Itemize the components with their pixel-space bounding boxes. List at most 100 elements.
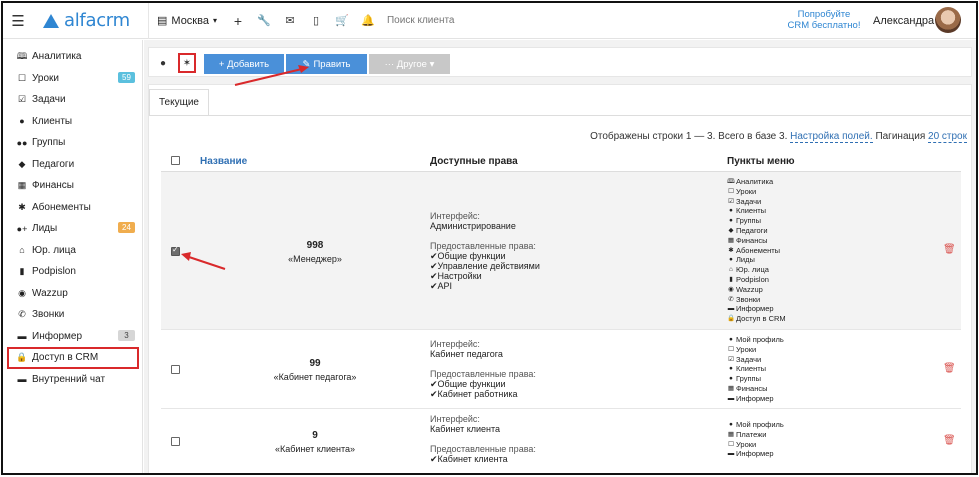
right-item: ✔Кабинет работника — [430, 389, 518, 399]
calendar-icon: ☐ — [728, 440, 734, 448]
user-icon: ● — [729, 207, 733, 215]
group-icon: ●● — [16, 137, 28, 148]
sidebar-item-lessons[interactable]: ☐ Уроки 59 — [3, 68, 142, 90]
table-row[interactable]: 99 «Кабинет педагога» Интерфейс: Кабинет… — [161, 330, 961, 409]
building-icon: ▤ — [157, 15, 168, 27]
sidebar-item-analytics[interactable]: 🕮 Аналитика — [3, 46, 142, 68]
main-area: ● ✶ + Добавить ✎ Править ··· Другое ▾ Те… — [144, 40, 976, 473]
mobile-icon[interactable]: ▯ — [303, 3, 329, 39]
analytics-icon: 🕮 — [16, 50, 28, 61]
interface-value: Администрирование — [430, 221, 516, 231]
sidebar-item-subscriptions[interactable]: ✱ Абонементы — [3, 197, 142, 219]
menu-items-list: ● Мой профиль ▦ Платежи ☐ Уроки ▬ Информер — [727, 420, 784, 459]
user-name[interactable]: Александра — [873, 15, 934, 27]
sidebar-item-label: Внутренний чат — [32, 373, 106, 385]
informer-icon: ▬ — [17, 331, 27, 342]
sidebar-item-label: Лиды — [32, 223, 58, 235]
avatar[interactable] — [935, 7, 961, 33]
money-icon: ▦ — [727, 236, 735, 244]
sidebar-item-internal-chat[interactable]: ▬ Внутренний чат — [3, 369, 142, 391]
sidebar-item-label: Звонки — [32, 309, 65, 321]
edit-button[interactable]: ✎ Править — [286, 54, 367, 74]
phone-icon: ✆ — [18, 309, 26, 320]
sidebar-item-label: Доступ в CRM — [32, 352, 99, 364]
row-checkbox[interactable] — [171, 245, 180, 256]
sidebar-item-crm-access[interactable]: 🔒 Доступ в CRM — [7, 347, 139, 369]
menu-items-list: ● Мой профиль ☐ Уроки ☑ Задачи ● Клиенты ● Гр… — [727, 335, 784, 404]
informer-count-badge: 3 — [118, 329, 135, 341]
bell-icon[interactable]: 🔔 — [355, 3, 381, 39]
sidebar-item-groups[interactable]: ●● Группы — [3, 132, 142, 154]
lock-icon: 🔒 — [727, 315, 736, 323]
tasks-icon: ☑ — [728, 355, 734, 363]
table-row[interactable]: 9 «Кабинет клиента» Интерфейс: Кабинет к… — [161, 409, 961, 473]
menu-item: ▦ Финансы — [727, 383, 768, 393]
cart-icon[interactable]: 🛒 — [329, 3, 355, 39]
sidebar-item-label: Информер — [32, 330, 83, 342]
delete-icon[interactable]: 🗑 — [943, 363, 956, 374]
rights-label: Предоставленные права: — [430, 369, 536, 379]
sidebar-item-podpislon[interactable]: ▮ Podpislon — [3, 261, 142, 283]
sidebar-item-leads[interactable]: ●+ Лиды 24 — [3, 218, 142, 240]
city-selector[interactable]: ▤ Москва ▾ — [149, 3, 225, 39]
sidebar-item-teachers[interactable]: ◆ Педагоги — [3, 154, 142, 176]
column-name[interactable]: Название — [200, 156, 247, 167]
informer-icon: ▬ — [727, 305, 735, 313]
sidebar-item-wazzup[interactable]: ◉ Wazzup — [3, 283, 142, 305]
rights-label: Предоставленные права: — [430, 241, 536, 251]
sidebar-item-tasks[interactable]: ☑ Задачи — [3, 89, 142, 111]
chat-icon: ▬ — [17, 374, 27, 385]
add-button[interactable]: + Добавить — [204, 54, 284, 74]
right-item: ✔Кабинет клиента — [430, 454, 508, 464]
file-icon: ▮ — [19, 266, 25, 277]
menu-item: ● Клиенты — [727, 206, 786, 216]
envelope-icon[interactable]: ✉ — [277, 3, 303, 39]
sidebar-item-legal-entities[interactable]: ⌂ Юр. лица — [3, 240, 142, 262]
menu-item: ● Группы — [727, 216, 786, 226]
row-checkbox[interactable] — [171, 437, 180, 446]
tasks-icon: ☑ — [17, 94, 27, 105]
menu-item: 🕮 Аналитика — [727, 177, 774, 186]
try-free-link[interactable]: Попробуйте CRM бесплатно! — [776, 9, 872, 31]
logo-mark-icon — [43, 13, 59, 28]
interface-label: Интерфейс: — [430, 414, 480, 424]
right-item: ✔API — [430, 281, 453, 291]
menu-item: ● Клиенты — [727, 364, 784, 374]
table-row[interactable]: 998 «Менеджер» Интерфейс: Администрирова… — [161, 172, 961, 330]
analytics-icon: 🕮 — [727, 178, 735, 185]
pagination-link[interactable]: 20 строк — [928, 131, 967, 143]
group-icon: ● — [729, 375, 733, 383]
content-panel: Текущие Отображены строки 1 — 3. Всего в… — [148, 84, 972, 473]
row-checkbox[interactable] — [171, 365, 180, 374]
other-button[interactable]: ··· Другое ▾ — [369, 54, 450, 74]
sidebar-item-calls[interactable]: ✆ Звонки — [3, 304, 142, 326]
money-icon: ▦ — [727, 430, 735, 438]
menu-item: ▬ Информер — [727, 393, 774, 403]
bank-icon: ⌂ — [19, 245, 25, 256]
search-input[interactable] — [386, 10, 627, 31]
delete-icon[interactable]: 🗑 — [943, 435, 956, 446]
user-view-icon[interactable]: ● — [154, 53, 172, 73]
hamburger-menu-icon[interactable]: ☰ — [3, 12, 33, 30]
logo[interactable]: alfacrm — [43, 10, 148, 31]
delete-icon[interactable]: 🗑 — [943, 244, 956, 255]
informer-icon: ▬ — [727, 394, 735, 402]
add-icon[interactable]: + — [225, 3, 251, 39]
wrench-icon[interactable]: 🔧 — [251, 3, 277, 39]
money-icon: ▦ — [17, 180, 27, 191]
sidebar-item-clients[interactable]: ● Клиенты — [3, 111, 142, 133]
user-icon: ● — [19, 116, 25, 127]
pin-icon[interactable]: ✶ — [178, 53, 196, 73]
field-settings-link[interactable]: Настройка полей. — [790, 131, 873, 143]
select-all-checkbox[interactable] — [171, 156, 180, 165]
right-item: ✔Управление действиями — [430, 261, 540, 271]
tab-current[interactable]: Текущие — [149, 89, 209, 116]
menu-item: ✱ Абонементы — [728, 245, 781, 255]
menu-item: ◆ Педагоги — [728, 225, 768, 235]
sidebar-item-label: Педагоги — [32, 158, 75, 170]
city-label: Москва — [171, 14, 209, 27]
sidebar-item-informer[interactable]: ▬ Информер 3 — [3, 326, 142, 348]
menu-item: ▦ Платежи — [727, 429, 767, 439]
sidebar-item-finance[interactable]: ▦ Финансы — [3, 175, 142, 197]
whatsapp-icon: ◉ — [728, 285, 734, 293]
